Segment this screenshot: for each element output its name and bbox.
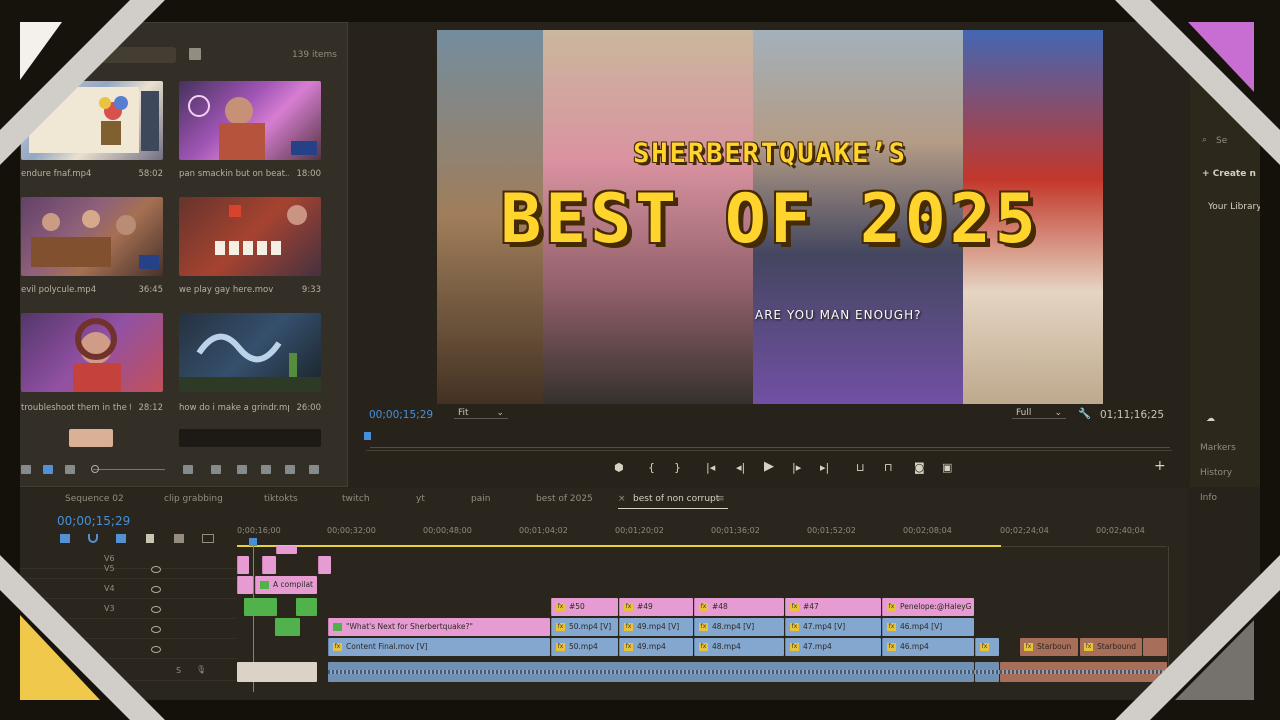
- corner-decorations: [0, 0, 1280, 720]
